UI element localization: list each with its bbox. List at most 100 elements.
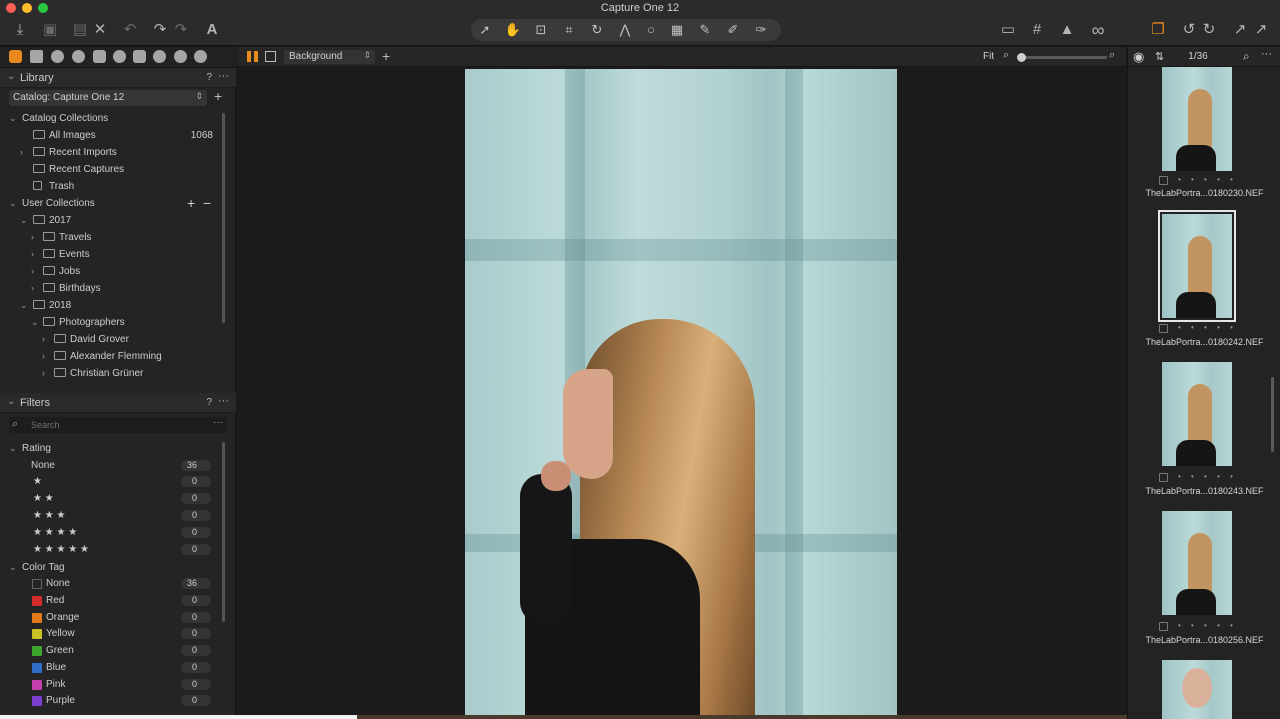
rating-row-3[interactable]: ★ ★ ★ 0 xyxy=(0,508,236,524)
help-icon[interactable]: ? xyxy=(206,397,212,408)
pick-color-icon[interactable]: ✑ xyxy=(749,21,773,39)
color-tag-header[interactable]: ⌄ Color Tag xyxy=(0,560,236,576)
help-icon[interactable]: ? xyxy=(206,72,212,83)
layer-select[interactable]: Background ⇕ xyxy=(284,50,375,64)
filters-header[interactable]: ⌄ Filters ? ··· xyxy=(0,393,236,413)
tree-item-christian-gruner[interactable]: › Christian Grüner xyxy=(42,367,212,383)
rating-dots[interactable]: • • • • • xyxy=(1178,621,1237,630)
rating-row-none[interactable]: None 36 xyxy=(0,458,236,474)
user-collections-header[interactable]: ⌄ User Collections + − xyxy=(9,195,219,213)
thumbnail-5[interactable] xyxy=(1162,660,1232,719)
rotate-icon[interactable]: ↻ xyxy=(585,21,609,39)
tree-item-alexander-flemming[interactable]: › Alexander Flemming xyxy=(42,350,212,366)
rating-header[interactable]: ⌄ Rating xyxy=(0,441,236,457)
thumbnail-checkbox[interactable] xyxy=(1159,176,1168,185)
apply-to-all-icon[interactable]: ↗ xyxy=(1252,20,1270,40)
adjustments-tab-icon[interactable] xyxy=(133,50,146,63)
add-layer-button[interactable]: + xyxy=(382,48,390,64)
collection-trash[interactable]: Trash xyxy=(33,180,213,196)
thumbnail-3[interactable] xyxy=(1162,362,1232,466)
color-row-none[interactable]: None 36 xyxy=(0,576,236,592)
more-icon[interactable]: ··· xyxy=(1261,48,1272,60)
zoom-out-icon[interactable]: ⌕ xyxy=(1003,49,1009,62)
color-row-orange[interactable]: Orange 0 xyxy=(0,610,236,626)
rating-dots[interactable]: • • • • • xyxy=(1178,323,1237,332)
zoom-slider-knob[interactable] xyxy=(1017,53,1026,62)
filmstrip-scrollbar[interactable] xyxy=(1271,377,1274,452)
zoom-in-icon[interactable]: ⌕ xyxy=(1109,49,1115,62)
tree-item-jobs[interactable]: › Jobs xyxy=(31,265,211,281)
rating-row-5[interactable]: ★ ★ ★ ★ ★ 0 xyxy=(0,542,236,558)
filters-scrollbar[interactable] xyxy=(222,442,225,622)
rating-dots[interactable]: • • • • • xyxy=(1178,175,1237,184)
import-icon[interactable]: ⤓ xyxy=(11,20,29,40)
viewer-eye-icon[interactable]: ◉ xyxy=(1133,49,1144,65)
pan-hand-icon[interactable]: ✋ xyxy=(501,21,525,39)
camera-icon[interactable]: ▣ xyxy=(40,20,60,40)
zoom-fit-label[interactable]: Fit xyxy=(983,51,994,62)
tree-item-2017[interactable]: ⌄ 2017 xyxy=(20,214,210,230)
metadata-tab-icon[interactable] xyxy=(153,50,166,63)
crop-icon[interactable]: ⌗ xyxy=(557,21,581,39)
redo-icon[interactable]: ↷ xyxy=(150,20,170,40)
details-tab-icon[interactable] xyxy=(113,50,126,63)
tethered-camera-icon[interactable]: ▤ xyxy=(70,20,90,40)
thumbnail-2-selected[interactable] xyxy=(1158,210,1236,322)
tree-item-photographers[interactable]: ⌄ Photographers xyxy=(31,316,211,332)
search-icon[interactable]: ⌕ xyxy=(1243,49,1250,64)
rating-dots[interactable]: • • • • • xyxy=(1178,472,1237,481)
thumbnail-checkbox[interactable] xyxy=(1159,622,1168,631)
rating-row-4[interactable]: ★ ★ ★ ★ 0 xyxy=(0,525,236,541)
catalog-collections-header[interactable]: ⌄ Catalog Collections xyxy=(9,112,219,128)
keystone-icon[interactable]: ⋀ xyxy=(613,21,637,39)
color-row-purple[interactable]: Purple 0 xyxy=(0,693,236,709)
annotate-icon[interactable]: ▦ xyxy=(665,21,689,39)
tree-item-birthdays[interactable]: › Birthdays xyxy=(31,282,211,298)
tree-item-events[interactable]: › Events xyxy=(31,248,211,264)
main-photo[interactable] xyxy=(465,69,897,719)
color-row-yellow[interactable]: Yellow 0 xyxy=(0,626,236,642)
redo-dim-icon[interactable]: ↷ xyxy=(172,20,190,40)
proof-icon[interactable]: ▭ xyxy=(997,20,1019,40)
library-header[interactable]: ⌄ Library ? ··· xyxy=(0,68,236,88)
glasses-icon[interactable]: ∞ xyxy=(1085,20,1111,40)
collection-all-images[interactable]: All Images 1068 xyxy=(33,129,213,145)
thumbnail-1[interactable] xyxy=(1162,67,1232,171)
thumbnail-checkbox[interactable] xyxy=(1159,324,1168,333)
tree-item-travels[interactable]: › Travels xyxy=(31,231,211,247)
catalog-select[interactable]: Catalog: Capture One 12 ⇕ xyxy=(9,90,207,106)
collection-recent-captures[interactable]: Recent Captures xyxy=(33,163,213,179)
color-tab-icon[interactable] xyxy=(72,50,85,63)
library-tab-icon[interactable] xyxy=(9,50,22,63)
erase-icon[interactable]: ✐ xyxy=(721,21,745,39)
select-cursor-icon[interactable]: ➚ xyxy=(473,21,497,39)
reset-icon[interactable]: ↺ xyxy=(1180,20,1198,40)
delete-icon[interactable]: ✕ xyxy=(91,20,109,40)
thumbnail-4[interactable] xyxy=(1162,511,1232,615)
search-options-icon[interactable]: ··· xyxy=(213,417,223,428)
brush-icon[interactable]: ✎ xyxy=(693,21,717,39)
zoom-slider[interactable] xyxy=(1017,53,1107,62)
color-row-blue[interactable]: Blue 0 xyxy=(0,660,236,676)
tree-item-david-grover[interactable]: › David Grover xyxy=(42,333,212,349)
rating-row-1[interactable]: ★ 0 xyxy=(0,474,236,490)
color-row-red[interactable]: Red 0 xyxy=(0,593,236,609)
filters-search-input[interactable]: ⌕ Search ··· xyxy=(9,417,227,433)
spot-removal-icon[interactable]: ○ xyxy=(639,21,663,39)
more-icon[interactable]: ··· xyxy=(218,70,229,82)
color-row-green[interactable]: Green 0 xyxy=(0,643,236,659)
collection-recent-imports[interactable]: › Recent Imports xyxy=(20,146,213,162)
single-view-icon[interactable] xyxy=(265,51,276,62)
thumbnail-checkbox[interactable] xyxy=(1159,473,1168,482)
grid-icon[interactable]: # xyxy=(1027,20,1047,40)
remove-collection-button[interactable]: − xyxy=(203,195,211,211)
output-tab-icon[interactable] xyxy=(174,50,187,63)
apply-icon[interactable]: ↗ xyxy=(1231,20,1249,40)
grid-view-icon[interactable] xyxy=(247,51,258,62)
rating-row-2[interactable]: ★ ★ 0 xyxy=(0,491,236,507)
lens-tab-icon[interactable] xyxy=(51,50,64,63)
undo-icon[interactable]: ↶ xyxy=(120,20,140,40)
tree-item-2018[interactable]: ⌄ 2018 xyxy=(20,299,210,315)
batch-tab-icon[interactable] xyxy=(194,50,207,63)
sort-icon[interactable]: ⇅ xyxy=(1155,50,1164,63)
